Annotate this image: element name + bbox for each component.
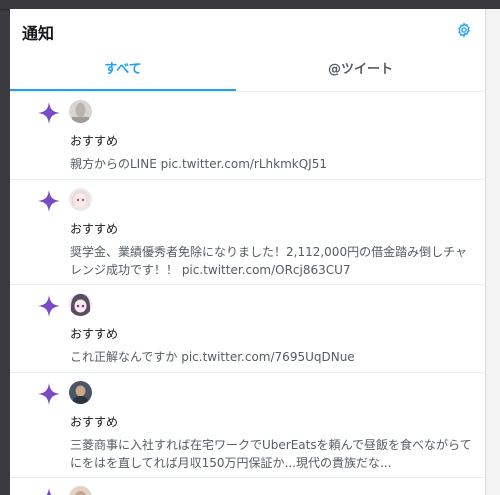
- gear-icon[interactable]: [456, 22, 472, 38]
- sparkle-icon: [37, 101, 61, 125]
- notification-label: おすすめ: [70, 134, 119, 148]
- notification-item[interactable]: [10, 478, 485, 495]
- notification-item[interactable]: おすすめ 奨学金、業績優秀者免除になりました！2,112,000円の借金踏み倒し…: [10, 180, 485, 285]
- notification-item[interactable]: おすすめ 三菱商事に入社すれば在宅ワークでUberEatsを頼んで昼飯を食べなが…: [10, 373, 485, 478]
- notification-feed: おすすめ 親方からのLINE pic.twitter.com/rLhkmkQJ5…: [10, 92, 485, 495]
- scrollbar-track[interactable]: [485, 9, 500, 495]
- notifications-panel: 通知 すべて @ツイート おすすめ 親方からのLINE pic.twitter.…: [10, 9, 485, 495]
- avatar[interactable]: [69, 100, 92, 123]
- notification-tabs: すべて @ツイート: [10, 53, 485, 92]
- avatar[interactable]: [69, 293, 92, 316]
- avatar[interactable]: [69, 188, 92, 211]
- notifications-header: 通知: [10, 9, 485, 53]
- sparkle-icon: [37, 382, 61, 406]
- notification-label: おすすめ: [70, 222, 119, 236]
- notification-item[interactable]: おすすめ これ正解なんですか pic.twitter.com/7695UqDNu…: [10, 285, 485, 373]
- notification-label: おすすめ: [70, 327, 119, 341]
- notification-text: 三菱商事に入社すれば在宅ワークでUberEatsを頼んで昼飯を食べながらてにをは…: [70, 438, 472, 470]
- notification-text: これ正解なんですか pic.twitter.com/7695UqDNue: [70, 350, 355, 364]
- tab-mentions[interactable]: @ツイート: [236, 53, 485, 91]
- notification-label: おすすめ: [70, 415, 119, 429]
- avatar[interactable]: [69, 381, 92, 404]
- notification-text: 奨学金、業績優秀者免除になりました！2,112,000円の借金踏み倒しチャレンジ…: [70, 245, 467, 277]
- notification-item[interactable]: おすすめ 親方からのLINE pic.twitter.com/rLhkmkQJ5…: [10, 92, 485, 180]
- tab-all[interactable]: すべて: [10, 53, 236, 91]
- notification-text: 親方からのLINE pic.twitter.com/rLhkmkQJ51: [70, 157, 327, 171]
- sparkle-icon: [37, 189, 61, 213]
- page-title: 通知: [22, 24, 55, 43]
- sparkle-icon: [37, 487, 61, 495]
- avatar[interactable]: [69, 486, 92, 495]
- sparkle-icon: [37, 294, 61, 318]
